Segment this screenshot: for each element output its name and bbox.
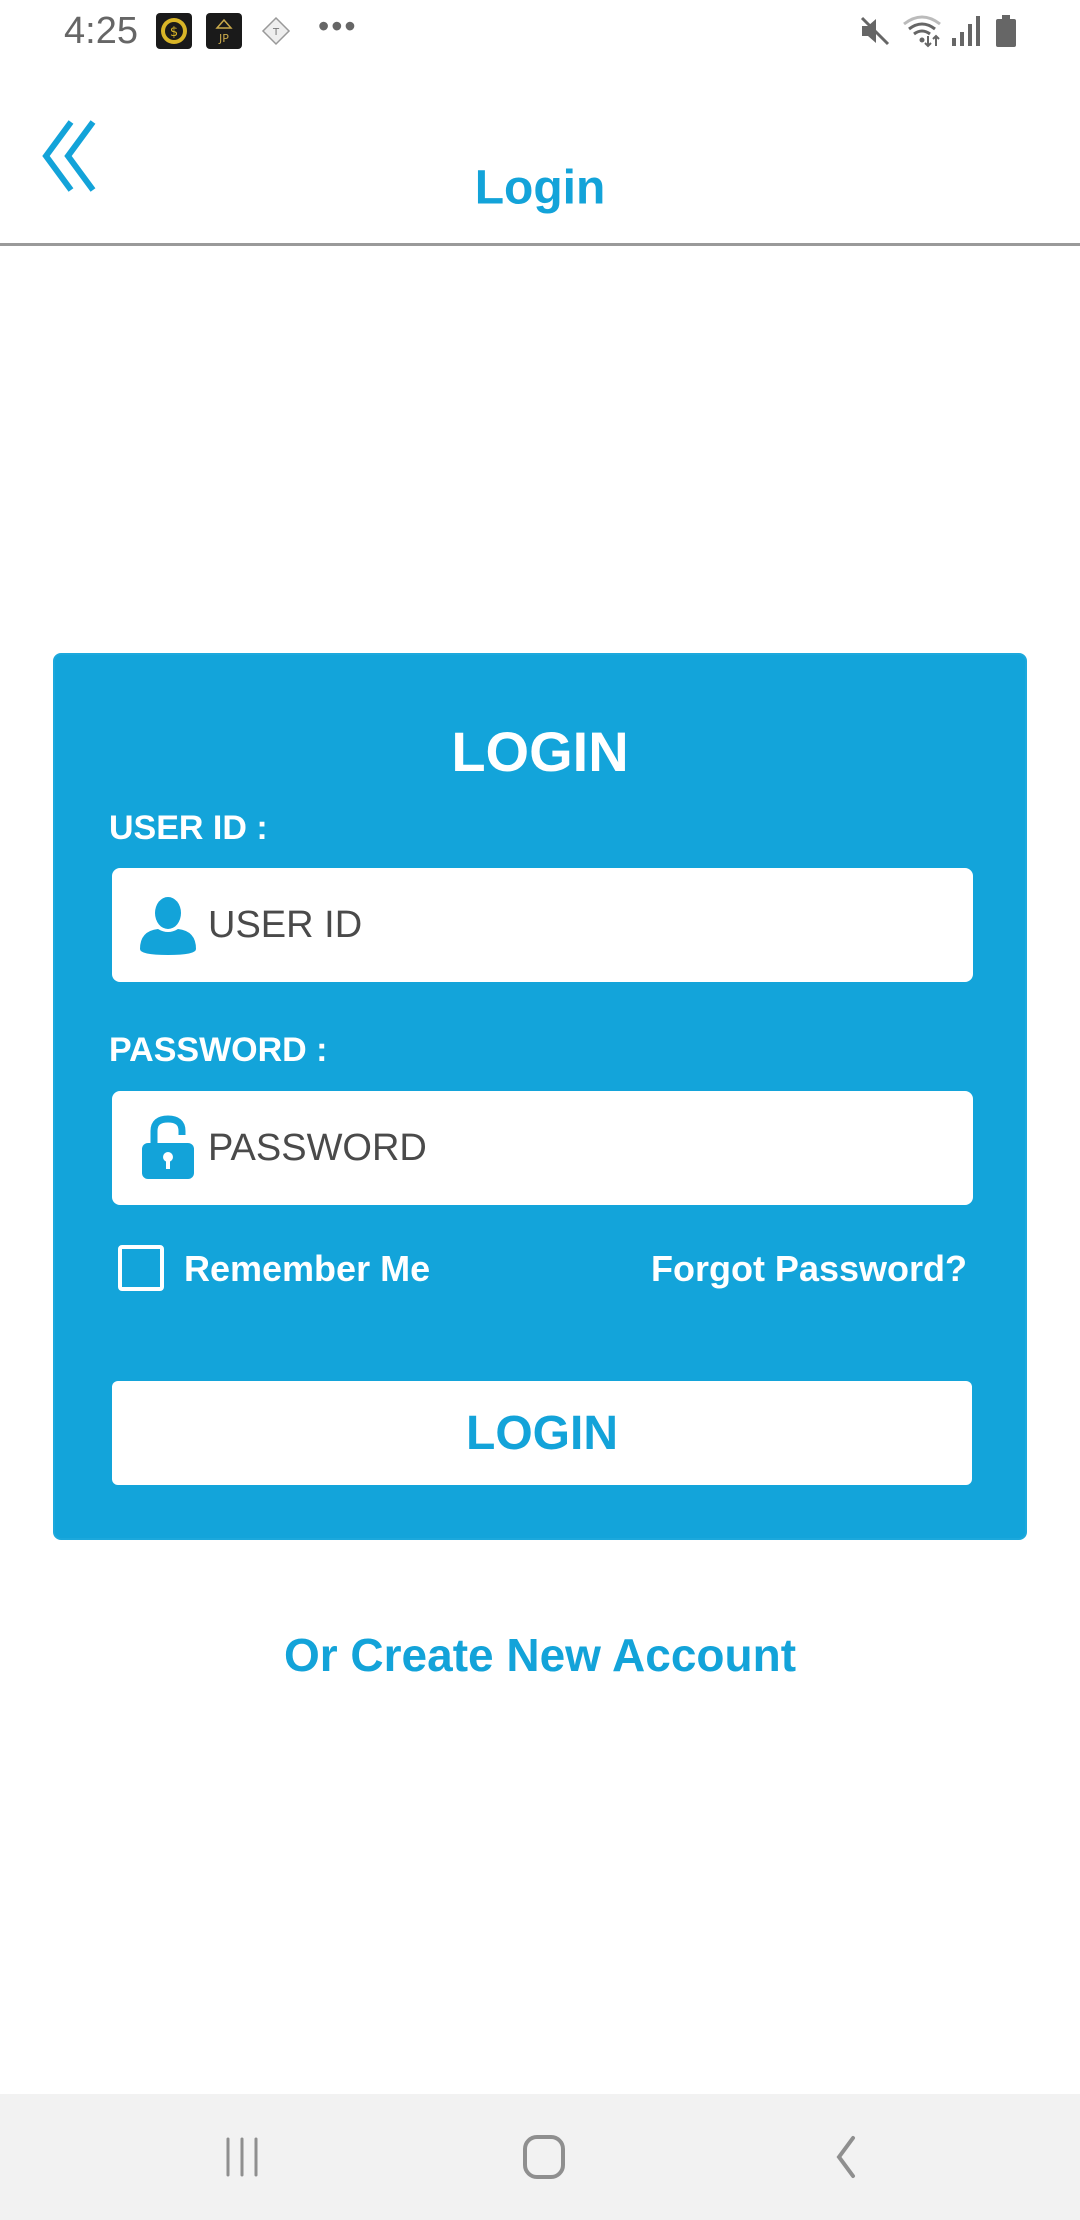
user-icon [136, 890, 200, 960]
remember-me-checkbox[interactable] [118, 1245, 164, 1291]
remember-me-label[interactable]: Remember Me [184, 1248, 430, 1290]
remember-row: Remember Me Forgot Password? [112, 1240, 973, 1300]
svg-text:JP: JP [218, 32, 229, 45]
user-id-label: USER ID : [109, 809, 268, 847]
status-time: 4:25 [64, 10, 138, 52]
recents-icon [220, 2135, 264, 2184]
password-field[interactable] [112, 1091, 973, 1205]
more-notifications-icon: ••• [318, 8, 358, 44]
create-account-link[interactable]: Or Create New Account [0, 1628, 1080, 1682]
jp-notification-icon: JP [206, 13, 242, 49]
login-card-title: LOGIN [451, 720, 629, 783]
gold-seal-notification-icon: $ [156, 13, 192, 49]
home-button[interactable] [504, 2124, 584, 2194]
login-button[interactable]: LOGIN [112, 1381, 972, 1485]
system-nav-bar [0, 2094, 1080, 2220]
user-id-input[interactable] [208, 903, 908, 947]
recents-button[interactable] [202, 2124, 282, 2194]
signal-icon [950, 14, 982, 53]
app-bar-divider [0, 243, 1080, 246]
password-label: PASSWORD : [109, 1031, 328, 1069]
svg-text:$: $ [170, 25, 178, 40]
login-card: LOGIN USER ID : PASSWORD : Remember Me F… [53, 653, 1027, 1540]
svg-text:T: T [272, 27, 280, 38]
back-chevron-icon [831, 2134, 861, 2185]
battery-icon [994, 14, 1018, 53]
password-input[interactable] [208, 1126, 908, 1170]
app-bar: Login [0, 64, 1080, 244]
unlock-icon [136, 1113, 200, 1183]
wifi-icon [902, 14, 946, 53]
mute-icon [858, 14, 892, 53]
page-title: Login [474, 161, 606, 215]
status-bar: 4:25 $ JP T ••• [0, 0, 1080, 64]
diamond-notification-icon: T [258, 13, 294, 49]
forgot-password-link[interactable]: Forgot Password? [651, 1248, 967, 1290]
user-id-field[interactable] [112, 868, 973, 982]
system-back-button[interactable] [806, 2124, 886, 2194]
home-icon [521, 2134, 567, 2185]
